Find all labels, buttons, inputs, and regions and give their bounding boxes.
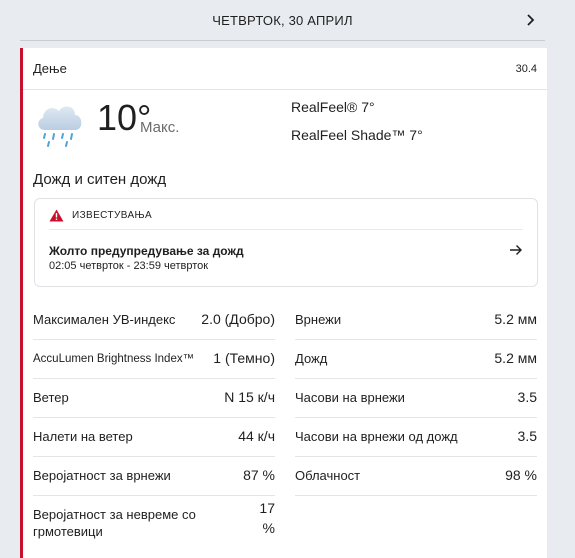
alert-title: Жолто предупредување за дожд — [49, 244, 244, 258]
weather-phrase: Дожд и ситен дожд — [33, 171, 167, 188]
detail-label: Врнежи — [295, 312, 342, 327]
day-date-title: ЧЕТВРТОК, 30 АПРИЛ — [212, 13, 353, 28]
detail-value: N 15 к/ч — [224, 389, 275, 405]
detail-row: Врнежи 5.2 мм — [295, 301, 537, 340]
detail-label: Веројатност за невреме со грмотевици — [33, 507, 196, 539]
alert-kicker: ИЗВЕСТУВАЊА — [72, 210, 153, 221]
detail-value: 5.2 мм — [494, 311, 537, 327]
details-left-column: Максимален УВ-индекс 2.0 (Добро) AccuLum… — [33, 301, 275, 556]
cloud-rain-icon — [38, 106, 82, 147]
detail-value: 17 % — [259, 500, 275, 536]
chevron-right-icon[interactable] — [522, 12, 538, 28]
detail-row: AccuLumen Brightness Index™ 1 (Темно) — [33, 340, 275, 379]
detail-label: Максимален УВ-индекс — [33, 312, 176, 327]
detail-label: Ветер — [33, 390, 69, 405]
alert-divider — [49, 229, 523, 230]
card-header: Дење 30.4 — [23, 48, 547, 90]
detail-row: Ветер N 15 к/ч — [33, 379, 275, 418]
detail-row: Веројатност за врнежи 87 % — [33, 457, 275, 496]
detail-label: Часови на врнежи — [295, 390, 405, 405]
detail-label: Налети на ветер — [33, 429, 133, 444]
detail-label: Облачност — [295, 468, 361, 483]
detail-value: 5.2 мм — [494, 350, 537, 366]
card-accent-bar — [20, 48, 23, 558]
detail-label: AccuLumen Brightness Index™ — [33, 353, 195, 365]
detail-row: Дожд 5.2 мм — [295, 340, 537, 379]
realfeel-shade-value: RealFeel Shade™ 7° — [291, 127, 423, 143]
detail-value: 2.0 (Добро) — [201, 311, 275, 327]
detail-value: 87 % — [243, 467, 275, 483]
day-forecast-card: Дење 30.4 10° Макс. RealFeel® 7° RealFee… — [20, 48, 547, 558]
realfeel-value: RealFeel® 7° — [291, 99, 375, 115]
detail-value: 3.5 — [517, 428, 537, 444]
detail-row: Веројатност за невреме со грмотевици 17 … — [33, 496, 275, 556]
detail-row: Часови на врнежи од дожд 3.5 — [295, 418, 537, 457]
arrow-right-icon[interactable] — [509, 244, 523, 256]
detail-value: 3.5 — [517, 389, 537, 405]
temperature-label: Макс. — [140, 119, 180, 136]
alert-time: 02:05 четврток - 23:59 четврток — [49, 260, 209, 272]
details-right-column: Врнежи 5.2 мм Дожд 5.2 мм Часови на врне… — [295, 301, 537, 496]
detail-label: Веројатност за врнежи — [33, 468, 171, 483]
detail-row: Налети на ветер 44 к/ч — [33, 418, 275, 457]
period-date: 30.4 — [515, 63, 537, 75]
detail-row: Облачност 98 % — [295, 457, 537, 496]
weather-alert-card[interactable]: ИЗВЕСТУВАЊА Жолто предупредување за дожд… — [34, 198, 538, 287]
period-label: Дење — [33, 61, 67, 76]
detail-label: Дожд — [295, 351, 328, 366]
warning-icon — [49, 209, 64, 222]
day-navigation-bar: ЧЕТВРТОК, 30 АПРИЛ — [20, 0, 545, 41]
detail-row: Максимален УВ-индекс 2.0 (Добро) — [33, 301, 275, 340]
detail-value: 98 % — [505, 467, 537, 483]
detail-row: Часови на врнежи 3.5 — [295, 379, 537, 418]
detail-value: 1 (Темно) — [213, 350, 275, 366]
detail-label: Часови на врнежи од дожд — [295, 429, 458, 444]
detail-value: 44 к/ч — [238, 428, 275, 444]
